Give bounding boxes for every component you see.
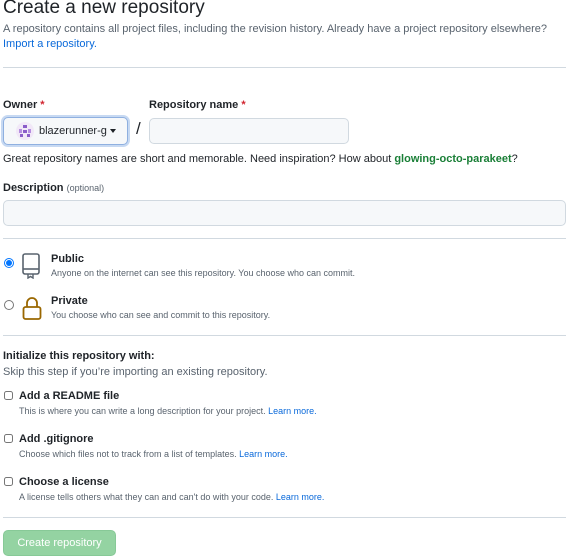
lock-icon xyxy=(22,297,42,320)
description-label: Description (optional) xyxy=(3,181,104,195)
create-repository-button[interactable]: Create repository xyxy=(3,530,116,556)
owner-name: blazerunner-g xyxy=(39,125,107,137)
public-radio[interactable] xyxy=(4,258,14,268)
optional-tag: (optional) xyxy=(66,183,105,193)
required-mark: * xyxy=(40,99,45,111)
name-hint: Great repository names are short and mem… xyxy=(3,152,518,166)
owner-repo-separator: / xyxy=(136,119,141,138)
name-hint-text: Great repository names are short and mem… xyxy=(3,153,392,165)
public-title: Public xyxy=(51,253,85,265)
description-label-text: Description xyxy=(3,182,64,194)
public-description: Anyone on the internet can see this repo… xyxy=(51,268,356,278)
description-input[interactable] xyxy=(3,200,566,226)
license-description-text: A license tells others what they can and… xyxy=(19,492,274,502)
repository-name-input[interactable] xyxy=(149,118,349,144)
license-checkbox[interactable] xyxy=(4,477,13,486)
name-hint-suffix: ? xyxy=(511,153,518,165)
divider xyxy=(3,335,566,336)
page-title: Create a new repository xyxy=(3,0,205,18)
private-description: You choose who can see and commit to thi… xyxy=(51,310,271,320)
private-title: Private xyxy=(51,295,88,307)
license-description: A license tells others what they can and… xyxy=(19,491,324,503)
gitignore-description-text: Choose which files not to track from a l… xyxy=(19,449,237,459)
license-title: Choose a license xyxy=(19,476,109,488)
gitignore-description: Choose which files not to track from a l… xyxy=(19,448,288,460)
gitignore-learn-more-link[interactable]: Learn more. xyxy=(239,449,288,459)
repo-name-label-text: Repository name xyxy=(149,99,239,111)
gitignore-checkbox[interactable] xyxy=(4,434,13,443)
name-suggestion-link[interactable]: glowing-octo-parakeet xyxy=(394,153,511,165)
readme-description: This is where you can write a long descr… xyxy=(19,405,317,417)
divider xyxy=(3,238,566,239)
initialize-subtitle: Skip this step if you’re importing an ex… xyxy=(3,366,268,378)
initialize-title: Initialize this repository with: xyxy=(3,350,155,362)
license-learn-more-link[interactable]: Learn more. xyxy=(276,492,325,502)
repo-name-label: Repository name * xyxy=(149,98,246,112)
page-subtitle: A repository contains all project files,… xyxy=(3,23,547,35)
import-repository-link[interactable]: Import a repository. xyxy=(3,37,97,52)
divider xyxy=(3,517,566,518)
repo-book-icon xyxy=(22,253,40,279)
avatar xyxy=(16,122,34,140)
owner-select-button[interactable]: blazerunner-g xyxy=(3,117,128,145)
readme-description-text: This is where you can write a long descr… xyxy=(19,406,266,416)
caret-down-icon xyxy=(109,129,116,133)
readme-learn-more-link[interactable]: Learn more. xyxy=(268,406,317,416)
private-radio[interactable] xyxy=(4,300,14,310)
owner-label-text: Owner xyxy=(3,99,38,111)
readme-title: Add a README file xyxy=(19,390,120,402)
owner-label: Owner * xyxy=(3,98,45,112)
required-mark: * xyxy=(241,99,246,111)
gitignore-title: Add .gitignore xyxy=(19,433,94,445)
identicon-icon xyxy=(19,125,31,137)
divider xyxy=(3,67,566,68)
readme-checkbox[interactable] xyxy=(4,391,13,400)
